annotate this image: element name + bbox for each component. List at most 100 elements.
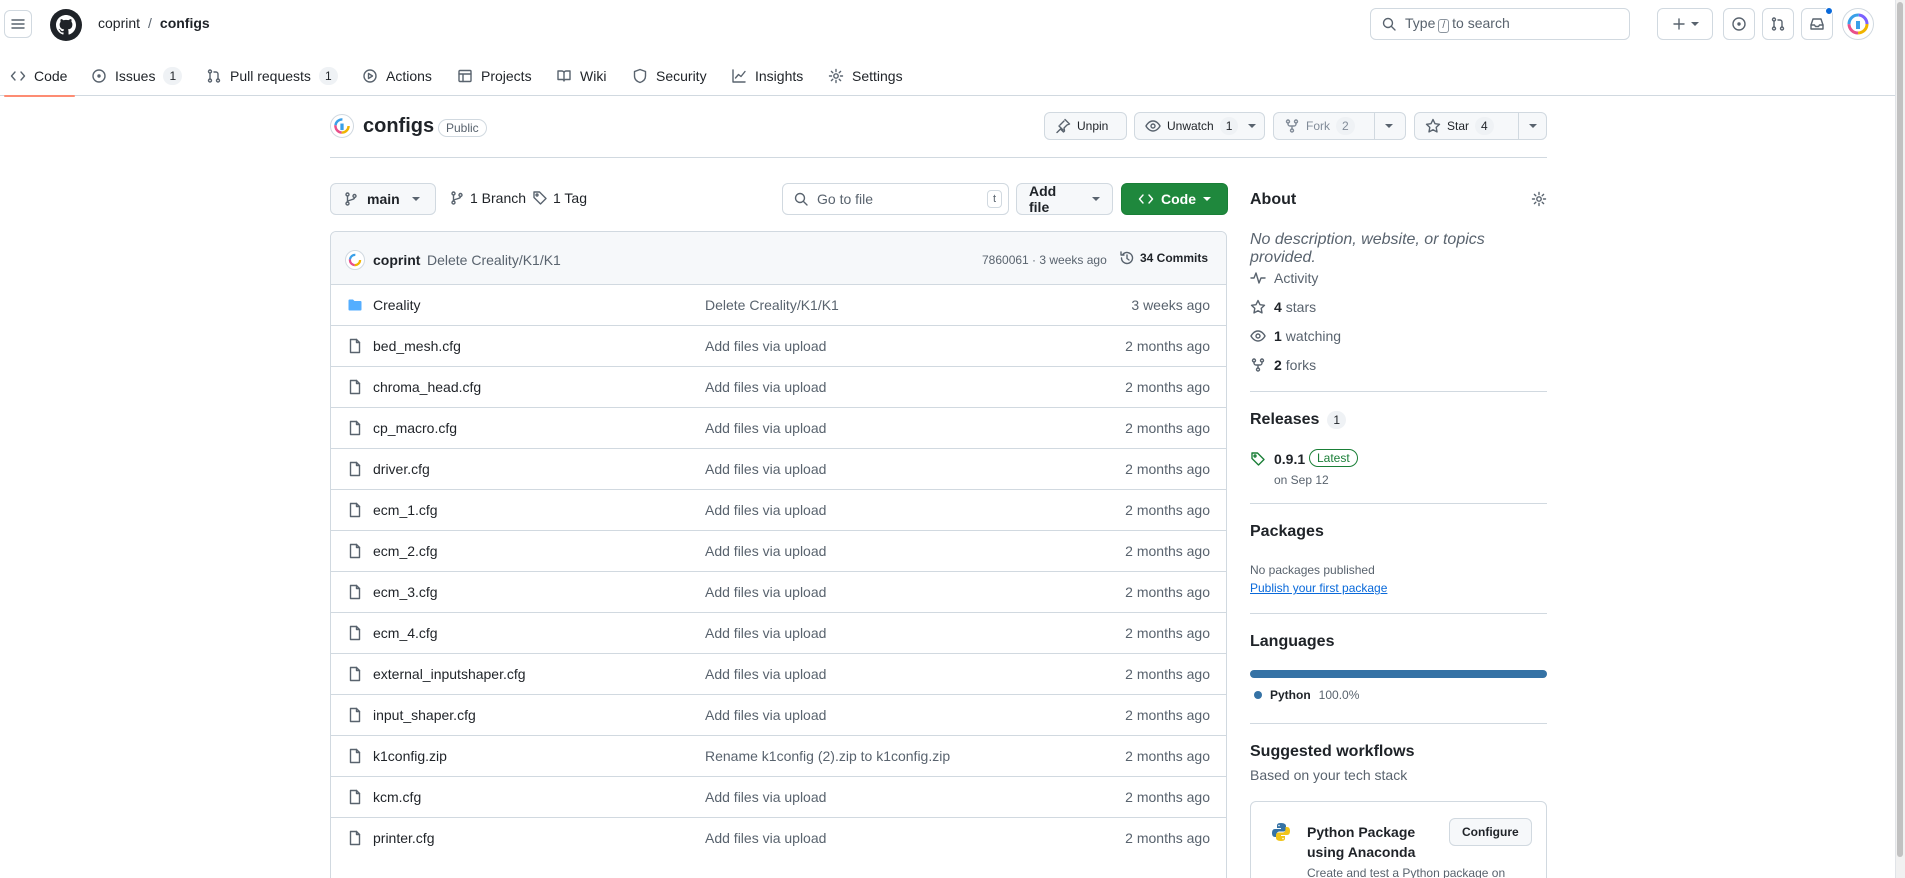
language-item-python[interactable]: Python 100.0% — [1254, 688, 1359, 702]
breadcrumb-owner[interactable]: coprint — [98, 15, 140, 31]
file-row[interactable]: Creality Delete Creality/K1/K1 3 weeks ago — [331, 285, 1226, 326]
file-name[interactable]: ecm_1.cfg — [373, 502, 438, 518]
releases-heading[interactable]: Releases 1 — [1250, 411, 1347, 429]
file-commit-message[interactable]: Add files via upload — [705, 379, 826, 395]
code-button[interactable]: Code — [1121, 183, 1228, 215]
search-icon — [794, 192, 808, 206]
tab-pull-requests[interactable]: Pull requests 1 — [206, 56, 338, 96]
star-dropdown[interactable] — [1518, 113, 1546, 139]
stars-link[interactable]: 4 stars — [1250, 299, 1316, 315]
tab-issues[interactable]: Issues 1 — [91, 56, 183, 96]
unwatch-button[interactable]: Unwatch 1 — [1134, 112, 1265, 140]
file-name[interactable]: input_shaper.cfg — [373, 707, 476, 723]
file-commit-message[interactable]: Add files via upload — [705, 830, 826, 846]
hamburger-icon — [11, 19, 25, 29]
file-commit-message[interactable]: Add files via upload — [705, 543, 826, 559]
add-file-button[interactable]: Add file — [1016, 183, 1113, 215]
issue-icon — [1732, 17, 1746, 31]
file-row[interactable]: printer.cfg Add files via upload 2 months … — [331, 818, 1226, 859]
file-name[interactable]: ecm_3.cfg — [373, 584, 438, 600]
file-commit-message[interactable]: Rename k1config (2).zip to k1config.zip — [705, 748, 950, 764]
file-row[interactable]: driver.cfg Add files via upload 2 months a… — [331, 449, 1226, 490]
file-row[interactable]: cp_macro.cfg Add files via upload 2 months… — [331, 408, 1226, 449]
publish-package-link[interactable]: Publish your first package — [1250, 581, 1387, 595]
file-name[interactable]: external_inputshaper.cfg — [373, 666, 526, 682]
file-name[interactable]: ecm_2.cfg — [373, 543, 438, 559]
configure-button[interactable]: Configure — [1449, 818, 1532, 846]
tab-security[interactable]: Security — [632, 56, 707, 96]
create-new-button[interactable] — [1657, 8, 1713, 40]
file-row[interactable]: ecm_3.cfg Add files via upload 2 months ag… — [331, 572, 1226, 613]
pin-icon — [1056, 118, 1071, 134]
commits-link[interactable]: 34 Commits — [1119, 250, 1208, 266]
branch-select[interactable]: main — [330, 183, 436, 215]
page-scrollbar[interactable] — [1895, 0, 1905, 878]
forks-link[interactable]: 2 forks — [1250, 357, 1316, 373]
file-commit-message[interactable]: Delete Creality/K1/K1 — [705, 297, 839, 313]
scrollbar-thumb[interactable] — [1897, 2, 1903, 857]
go-to-file[interactable]: t — [782, 183, 1009, 215]
tab-code[interactable]: Code — [3, 56, 77, 97]
go-to-file-input[interactable] — [817, 191, 977, 207]
tags-link[interactable]: 1 Tag — [532, 190, 587, 206]
file-row[interactable]: ecm_1.cfg Add files via upload 2 months ag… — [331, 490, 1226, 531]
commit-sha-time[interactable]: 7860061 · 3 weeks ago — [982, 253, 1107, 267]
breadcrumb-repo[interactable]: configs — [160, 15, 210, 31]
file-commit-message[interactable]: Add files via upload — [705, 584, 826, 600]
star-button[interactable]: Star 4 — [1414, 112, 1547, 140]
file-name[interactable]: Creality — [373, 297, 420, 313]
file-commit-message[interactable]: Add files via upload — [705, 789, 826, 805]
packages-heading[interactable]: Packages — [1250, 523, 1324, 541]
file-row[interactable]: chroma_head.cfg Add files via upload 2 mon… — [331, 367, 1226, 408]
commit-author-avatar[interactable] — [345, 250, 365, 270]
tab-insights[interactable]: Insights — [731, 56, 803, 96]
activity-link[interactable]: Activity — [1250, 270, 1318, 286]
repo-avatar[interactable] — [330, 114, 354, 138]
tab-actions[interactable]: Actions — [362, 56, 432, 96]
file-name[interactable]: chroma_head.cfg — [373, 379, 481, 395]
commit-author[interactable]: coprint — [373, 252, 420, 268]
user-avatar[interactable] — [1842, 8, 1874, 40]
fork-dropdown[interactable] — [1374, 113, 1402, 139]
file-commit-message[interactable]: Add files via upload — [705, 502, 826, 518]
file-name[interactable]: ecm_4.cfg — [373, 625, 438, 641]
file-commit-message[interactable]: Add files via upload — [705, 338, 826, 354]
file-row[interactable]: ecm_4.cfg Add files via upload 2 months ag… — [331, 613, 1226, 654]
file-type-icon — [347, 830, 363, 846]
tab-wiki[interactable]: Wiki — [556, 56, 606, 96]
unpin-button[interactable]: Unpin — [1044, 112, 1127, 140]
fork-button[interactable]: Fork 2 — [1273, 112, 1406, 140]
gear-icon[interactable] — [1531, 191, 1547, 207]
github-logo[interactable] — [50, 9, 82, 41]
file-row[interactable]: external_inputshaper.cfg Add files via up… — [331, 654, 1226, 695]
repo-title[interactable]: configs — [363, 115, 434, 138]
file-row[interactable]: kcm.cfg Add files via upload 2 months ago — [331, 777, 1226, 818]
file-commit-message[interactable]: Add files via upload — [705, 625, 826, 641]
issues-button[interactable] — [1723, 8, 1755, 40]
file-commit-message[interactable]: Add files via upload — [705, 666, 826, 682]
pull-requests-button[interactable] — [1762, 8, 1794, 40]
watching-link[interactable]: 1 watching — [1250, 328, 1341, 344]
file-commit-message[interactable]: Add files via upload — [705, 420, 826, 436]
file-row[interactable]: input_shaper.cfg Add files via upload 2 mo… — [331, 695, 1226, 736]
file-name[interactable]: kcm.cfg — [373, 789, 421, 805]
latest-release[interactable]: 0.9.1 Latest on Sep 12 — [1250, 449, 1358, 487]
tab-settings[interactable]: Settings — [828, 56, 903, 96]
file-name[interactable]: cp_macro.cfg — [373, 420, 457, 436]
file-row[interactable]: k1config.zip Rename k1config (2).zip to k… — [331, 736, 1226, 777]
menu-button[interactable] — [4, 10, 32, 38]
tab-projects[interactable]: Projects — [457, 56, 532, 96]
file-row[interactable]: ecm_2.cfg Add files via upload 2 months ag… — [331, 531, 1226, 572]
file-row[interactable]: bed_mesh.cfg Add files via upload 2 months… — [331, 326, 1226, 367]
global-search[interactable]: Type / to search — [1370, 8, 1630, 40]
file-name[interactable]: k1config.zip — [373, 748, 447, 764]
file-name[interactable]: printer.cfg — [373, 830, 434, 846]
file-commit-message[interactable]: Add files via upload — [705, 707, 826, 723]
release-tag: 0.9.1 — [1274, 451, 1306, 467]
file-age: 2 months ago — [1125, 461, 1210, 477]
file-commit-message[interactable]: Add files via upload — [705, 461, 826, 477]
branches-link[interactable]: 1 Branch — [449, 190, 526, 206]
file-name[interactable]: driver.cfg — [373, 461, 430, 477]
file-name[interactable]: bed_mesh.cfg — [373, 338, 461, 354]
commit-message[interactable]: Delete Creality/K1/K1 — [427, 252, 561, 268]
